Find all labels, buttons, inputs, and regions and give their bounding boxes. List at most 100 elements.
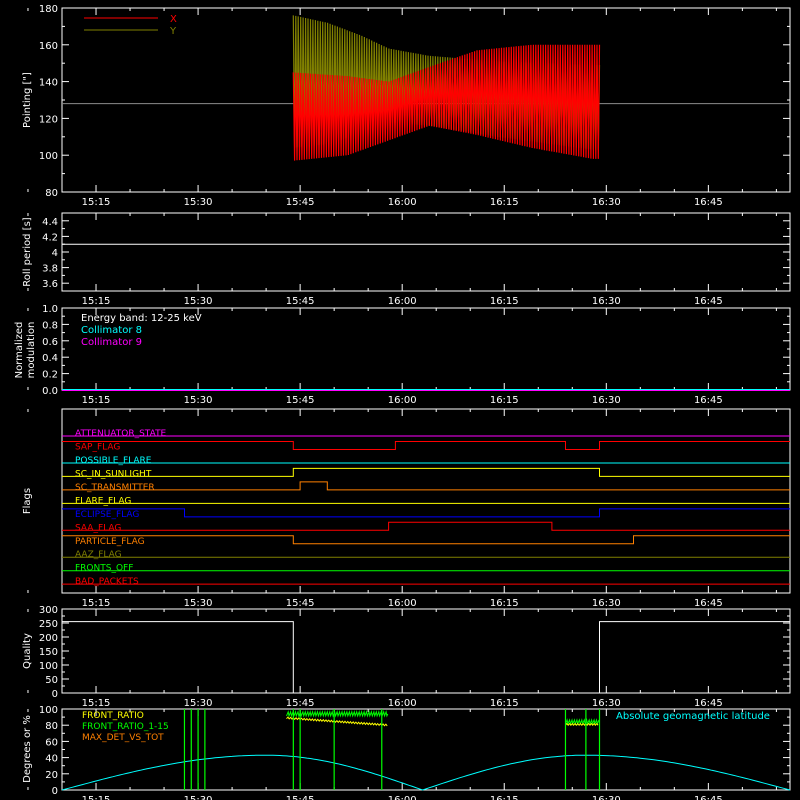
x-tick-label: 15:15 (82, 698, 111, 709)
y-tick-label: 0.2 (42, 370, 58, 381)
panel-1-frame (61, 212, 791, 292)
front-ratio-trace (286, 716, 388, 727)
x-tick-label: 15:30 (184, 296, 213, 307)
y-tick-label: 40 (45, 754, 58, 765)
x-tick-label: 16:00 (388, 698, 417, 709)
x-tick-label: 15:30 (184, 698, 213, 709)
flag-label: SAA_FLAG (75, 523, 121, 533)
energy-band-annotation: Energy band: 12-25 keV (81, 313, 202, 324)
y-tick-label: 50 (45, 675, 58, 686)
y-tick-label: 0.0 (42, 386, 58, 397)
y-tick-label: 1.0 (42, 304, 58, 315)
flag-label: POSSIBLE_FLARE (75, 456, 152, 466)
y-tick-label: 200 (39, 633, 58, 644)
y-tick-label: 100 (39, 661, 58, 672)
y-tick-label: 100 (39, 705, 58, 716)
y-tick-label: 300 (39, 605, 58, 616)
y-tick-label: 0.4 (42, 353, 58, 364)
y-tick-label: 0 (52, 689, 58, 700)
flag-trace-saa-flag (62, 521, 790, 531)
x-tick-label: 15:45 (286, 395, 315, 406)
observation-summary-plot: 15:15 15:30 15:45 16:00 16:15 16:30 16:45 80 100… (14, 4, 791, 800)
x-tick-label: 16:15 (490, 197, 519, 208)
flag-trace-eclipse-flag (62, 508, 790, 518)
x-tick-label: 16:45 (694, 395, 723, 406)
x-tick-label: 16:45 (694, 698, 723, 709)
y-tick-label: 4 (52, 248, 58, 259)
flag-label: BAD_PACKETS (75, 577, 139, 587)
y-tick-label: 150 (39, 647, 58, 658)
x-tick-label: 15:45 (286, 795, 315, 800)
front-ratio-1-15-trace (286, 709, 389, 718)
x-tick-label: 16:15 (490, 598, 519, 609)
flag-label: AAZ_FLAG (75, 550, 122, 560)
y-tick-label: 80 (45, 188, 58, 199)
x-tick-label: 16:15 (490, 395, 519, 406)
legend-collimator-8: Collimator 8 (81, 325, 142, 336)
x-tick-label: 15:30 (184, 598, 213, 609)
y-tick-label: 0.6 (42, 337, 58, 348)
flag-label: PARTICLE_FLAG (75, 537, 145, 547)
geomagnetic-latitude-line (61, 754, 791, 791)
x-tick-label: 15:45 (286, 598, 315, 609)
x-tick-label: 15:15 (82, 296, 111, 307)
x-tick-label: 15:15 (82, 795, 111, 800)
y-tick-label: 20 (45, 770, 58, 781)
y-axis-label: modulation (26, 322, 37, 379)
y-tick-label: 60 (45, 737, 58, 748)
flag-label: FLARE_FLAG (75, 496, 131, 506)
legend-label-x: X (170, 14, 177, 25)
x-tick-label: 16:00 (388, 395, 417, 406)
x-tick-label: 16:00 (388, 598, 417, 609)
y-tick-label: 0 (52, 786, 58, 797)
legend-label-front-ratio-1-15: FRONT_RATIO_1-15 (82, 722, 169, 732)
y-tick-label: 180 (39, 4, 58, 15)
flag-label: FRONTS_OFF (75, 564, 133, 574)
x-tick-label: 16:00 (388, 197, 417, 208)
y-tick-label: 80 (45, 721, 58, 732)
y-tick-label: 3.8 (42, 264, 58, 275)
flag-trace-particle-flag (62, 535, 790, 545)
panel-3-frame (61, 408, 791, 594)
x-tick-label: 15:45 (286, 197, 315, 208)
y-tick-label: 140 (39, 78, 58, 89)
flag-label: SC_TRANSMITTER (75, 483, 155, 493)
legend-geomagnetic-latitude: Absolute geomagnetic latitude (616, 711, 770, 722)
front-ratio-trace (565, 722, 599, 726)
flag-trace-sap-flag (62, 440, 790, 450)
y-axis-label: Pointing ["] (22, 72, 33, 128)
quality-trace (62, 621, 790, 694)
flag-trace-sc-in-sunlight (62, 467, 790, 477)
x-tick-label: 15:15 (82, 395, 111, 406)
y-tick-label: 100 (39, 151, 58, 162)
y-tick-label: 160 (39, 41, 58, 52)
flag-label: SC_IN_SUNLIGHT (75, 469, 152, 479)
x-tick-label: 15:30 (184, 197, 213, 208)
x-tick-label: 15:45 (286, 296, 315, 307)
x-tick-label: 16:30 (592, 296, 621, 307)
flag-trace-sc-transmitter (62, 481, 790, 491)
y-tick-label: 4.2 (42, 232, 58, 243)
flag-label: SAP_FLAG (75, 442, 120, 452)
x-tick-label: 16:15 (490, 296, 519, 307)
x-tick-label: 16:45 (694, 795, 723, 800)
y-axis-label: Normalized (14, 322, 25, 379)
x-tick-label: 16:00 (388, 296, 417, 307)
y-tick-label: 3.6 (42, 279, 58, 290)
x-tick-label: 15:30 (184, 795, 213, 800)
x-tick-label: 16:15 (490, 698, 519, 709)
legend-label-max-det-vs-tot: MAX_DET_VS_TOT (82, 733, 164, 743)
y-tick-label: 250 (39, 619, 58, 630)
x-tick-label: 15:45 (286, 698, 315, 709)
legend-label-y: Y (169, 26, 177, 37)
x-tick-label: 16:45 (694, 197, 723, 208)
x-tick-label: 16:45 (694, 598, 723, 609)
y-axis-label: Quality (22, 633, 33, 669)
legend-label-front-ratio: FRONT_RATIO (82, 711, 144, 721)
x-tick-label: 16:30 (592, 698, 621, 709)
y-tick-label: 120 (39, 114, 58, 125)
x-tick-label: 15:15 (82, 197, 111, 208)
y-axis-label: Degrees or % (22, 715, 33, 783)
flag-label: ECLIPSE_FLAG (75, 510, 139, 520)
x-tick-label: 16:00 (388, 795, 417, 800)
